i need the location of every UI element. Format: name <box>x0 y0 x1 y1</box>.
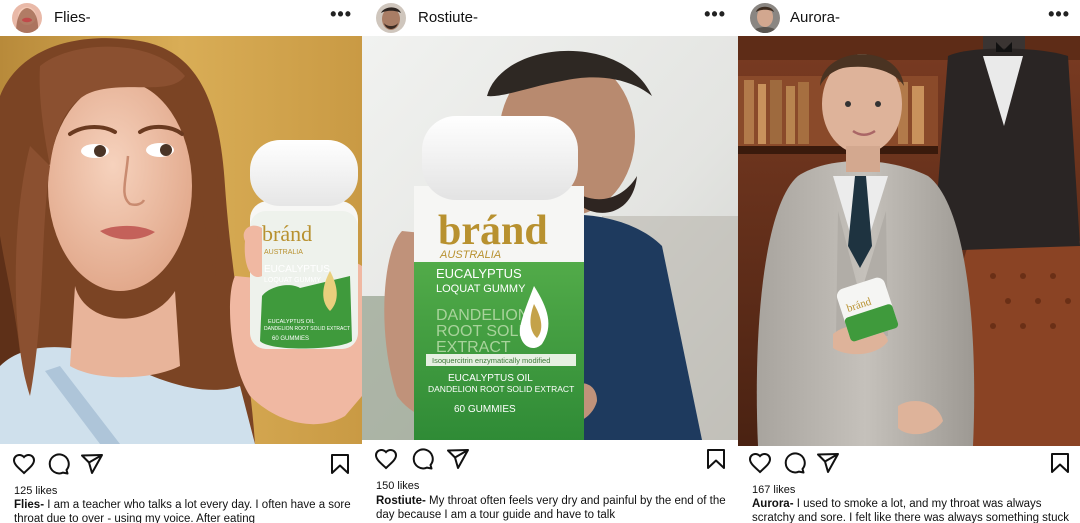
bottle-count: 60 GUMMIES <box>272 336 309 342</box>
heart-icon[interactable] <box>748 451 772 475</box>
bottle-name-line1: EUCALYPTUS <box>264 264 330 275</box>
avatar[interactable] <box>12 3 42 33</box>
comment-icon[interactable] <box>410 447 434 471</box>
likes-count[interactable]: 167 likes <box>752 484 795 496</box>
avatar[interactable] <box>376 3 406 33</box>
bottle-name-line2: LOQUAT GUMMY <box>436 283 526 295</box>
more-icon[interactable]: ••• <box>1048 4 1070 25</box>
bottle-big-line2: ROOT SOLID <box>436 323 534 340</box>
comment-icon[interactable] <box>782 451 806 475</box>
post-actions <box>0 452 362 476</box>
bottle-brand: bránd <box>262 221 312 246</box>
post-header: Rostiute- ••• <box>362 0 738 36</box>
post-header: Aurora- ••• <box>738 0 1080 36</box>
share-icon[interactable] <box>446 447 470 471</box>
bookmark-icon[interactable] <box>1048 451 1072 475</box>
bottle-count: 60 GUMMIES <box>454 404 516 415</box>
bottle-origin: AUSTRALIA <box>264 249 303 256</box>
bottle-sub-line2: DANDELION ROOT SOLID EXTRACT <box>264 326 350 332</box>
more-icon[interactable]: ••• <box>330 4 352 25</box>
likes-count[interactable]: 150 likes <box>376 480 419 492</box>
post-photo[interactable]: bránd AUSTRALIA EUCALYPTUS LOQUAT GUMMY … <box>362 36 738 440</box>
bottle-name-line1: EUCALYPTUS <box>436 266 522 281</box>
post-header: Flies- ••• <box>0 0 362 36</box>
bookmark-icon[interactable] <box>328 452 352 476</box>
caption-text: I used to smoke a lot, and my throat was… <box>752 498 1070 523</box>
caption-username[interactable]: Flies- <box>14 499 44 511</box>
more-icon[interactable]: ••• <box>704 4 726 25</box>
bottle-sub-line1: EUCALYPTUS OIL <box>268 319 315 325</box>
post-card-rostiute: Rostiute- ••• bránd AUSTRALIA EUCALYPTUS… <box>362 0 738 523</box>
post-card-flies: Flies- ••• bránd AUSTRALIA EUCALYPTUS LO… <box>0 0 362 523</box>
username[interactable]: Rostiute- <box>418 9 478 26</box>
post-actions <box>362 447 738 471</box>
post-caption: Aurora- I used to smoke a lot, and my th… <box>752 497 1070 523</box>
username[interactable]: Aurora- <box>790 9 840 26</box>
bottle-sub-line1: EUCALYPTUS OIL <box>448 373 533 384</box>
post-photo[interactable]: bránd <box>738 36 1080 446</box>
heart-icon[interactable] <box>12 452 36 476</box>
caption-text: My throat often feels very dry and painf… <box>376 495 726 521</box>
bottle-brand: bránd <box>438 208 548 254</box>
bookmark-icon[interactable] <box>704 447 728 471</box>
post-card-aurora: Aurora- ••• bránd 167 likes Aurora- I us… <box>738 0 1080 523</box>
bottle-origin: AUSTRALIA <box>439 249 501 261</box>
post-caption: Flies- I am a teacher who talks a lot ev… <box>14 498 352 523</box>
bottle-name-line2: LOQUAT GUMMY <box>264 277 321 284</box>
username[interactable]: Flies- <box>54 9 91 26</box>
bottle-band-text: Isoquercitrin enzymatically modified <box>432 356 550 365</box>
avatar[interactable] <box>750 3 780 33</box>
share-icon[interactable] <box>80 452 104 476</box>
bottle-big-line3: EXTRACT <box>436 339 511 356</box>
post-photo[interactable]: bránd AUSTRALIA EUCALYPTUS LOQUAT GUMMY … <box>0 36 362 444</box>
post-caption: Rostiute- My throat often feels very dry… <box>376 494 728 522</box>
caption-username[interactable]: Rostiute- <box>376 495 426 507</box>
heart-icon[interactable] <box>374 447 398 471</box>
likes-count[interactable]: 125 likes <box>14 485 57 497</box>
bottle-sub-line2: DANDELION ROOT SOLID EXTRACT <box>428 384 574 394</box>
share-icon[interactable] <box>816 451 840 475</box>
caption-text: I am a teacher who talks a lot every day… <box>14 499 351 523</box>
caption-username[interactable]: Aurora- <box>752 498 794 510</box>
bottle-big-line1: DANDELION <box>436 307 529 324</box>
post-actions <box>738 451 1080 475</box>
comment-icon[interactable] <box>46 452 70 476</box>
